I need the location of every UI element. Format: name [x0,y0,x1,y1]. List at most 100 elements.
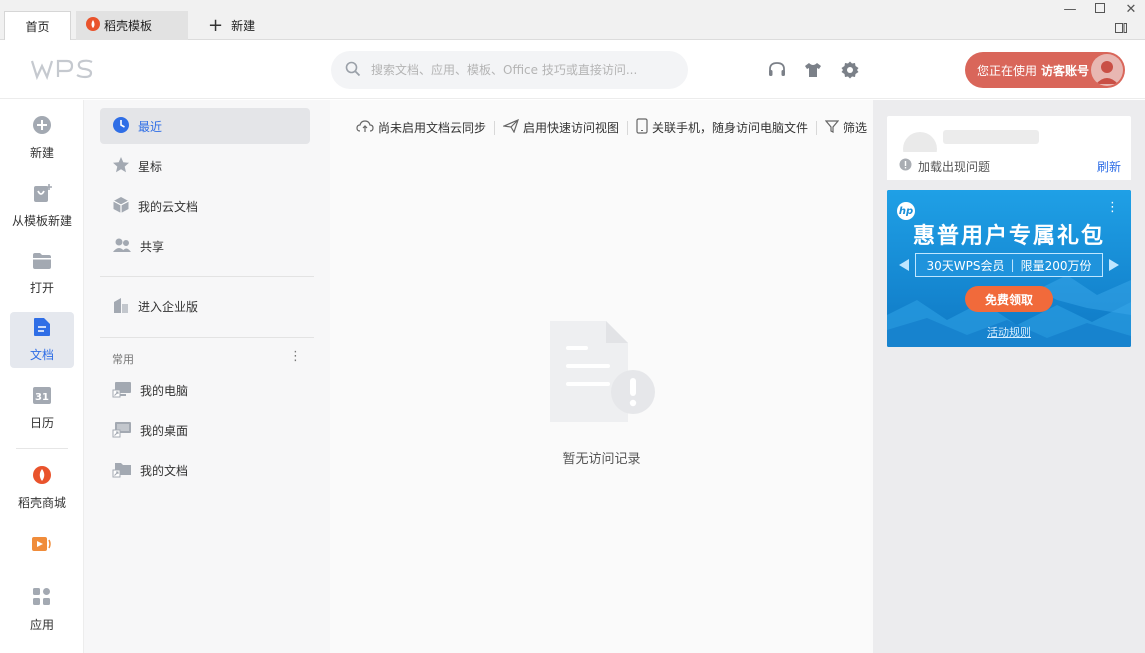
rail-item-label: 从模板新建 [11,214,72,228]
refresh-link[interactable]: 刷新 [1097,158,1121,175]
hp-ad-banner[interactable]: hp ⋮ 惠普用户专属礼包 30天WPS会员 | 限量200万份 免费领取 活动… [887,190,1131,347]
empty-state-illustration [544,318,656,429]
settings-gear-icon[interactable] [839,59,861,81]
cloud-sync-icon [356,119,374,136]
rail-item-label: 文档 [29,348,54,362]
load-error-row: 加载出现问题 刷新 [887,152,1131,180]
template-icon [32,183,52,206]
daoke-icon [32,465,52,488]
nav-item-label: 我的电脑 [140,383,189,398]
rail-item-label: 打开 [29,281,54,295]
close-icon[interactable]: ✕ [1121,2,1141,17]
nav-item-my-desktop[interactable]: 我的桌面 [100,412,310,448]
rail-item-label: 新建 [29,146,54,160]
tab-bar: 首页 稻壳模板 + 新建 — ✕ [0,0,1145,41]
video-promo-icon [31,534,53,557]
claim-free-button[interactable]: 免费领取 [965,286,1053,312]
nav-panel: 最近 星标 我的云文档 共享 进入企业版 常用 ⋮ 我的电脑 我的桌面 我的文档 [84,100,330,653]
cloud-box-icon [112,196,130,217]
rail-item-documents[interactable]: 文档 [10,312,74,368]
toolbar-divider [816,120,818,135]
nav-item-label: 我的文档 [140,463,189,478]
cloud-sync-button[interactable]: 尚未启用文档云同步 [356,119,486,136]
tab-home[interactable]: 首页 [4,11,71,41]
rail-item-new[interactable]: 新建 [10,110,74,166]
rail-item-new-from-template[interactable]: 从模板新建 [4,178,80,234]
headset-icon[interactable] [766,59,788,81]
account-name: 访客账号 [1041,63,1090,78]
search-icon [345,61,361,80]
empty-state-text: 暂无访问记录 [562,452,641,467]
tab-daoke-label: 稻壳模板 [104,19,153,33]
link-phone-label: 关联手机，随身访问电脑文件 [652,121,809,135]
nav-item-recent[interactable]: 最近 [100,108,310,144]
star-icon [112,156,130,177]
load-error-text: 加载出现问题 [918,159,991,174]
folder-icon [32,252,52,273]
daoke-icon [86,17,100,34]
paper-plane-icon [501,118,520,136]
common-heading: 常用 [112,353,134,366]
nav-item-my-computer[interactable]: 我的电脑 [100,372,310,408]
maximize-icon[interactable] [1090,2,1110,17]
account-prefix: 您正在使用 [977,63,1038,78]
rail-item-label: 稻壳商城 [17,496,66,510]
filter-button[interactable]: 筛选 [824,119,868,136]
nav-item-label: 进入企业版 [138,299,199,314]
skin-tshirt-icon[interactable] [802,59,824,81]
layout-toggle-icon[interactable] [1111,22,1131,38]
ad-offer-right: 限量200万份 [1020,258,1092,273]
link-phone-button[interactable]: 关联手机，随身访问电脑文件 [636,118,808,137]
tab-new[interactable]: + 新建 [204,11,255,40]
ad-more-icon[interactable]: ⋮ [1106,200,1119,215]
plus-circle-icon [32,115,52,138]
nav-item-my-documents[interactable]: 我的文档 [100,452,310,488]
ad-offer-left: 30天WPS会员 [926,258,1005,273]
rail-item-open[interactable]: 打开 [10,246,74,302]
avatar[interactable] [1091,54,1123,86]
filter-icon [824,119,840,136]
rail-item-label: 应用 [29,618,54,632]
nav-divider [100,276,314,277]
rail-item-video[interactable] [10,520,74,570]
nav-item-label: 最近 [138,119,163,134]
phone-icon [636,118,648,137]
rail-divider [16,448,68,449]
rail-item-calendar[interactable]: 31 日历 [10,380,74,436]
minimize-icon[interactable]: — [1060,2,1080,17]
rail-item-apps[interactable]: 应用 [10,582,74,638]
quick-access-button[interactable]: 启用快速访问视图 [501,118,619,136]
desktop-shortcut-icon [112,420,132,441]
left-rail: 新建 从模板新建 打开 文档 31 日历 稻壳商城 应用 [0,100,84,653]
wps-logo [30,58,102,83]
main-content: 尚未启用文档云同步 启用快速访问视图 关联手机，随身访问电脑文件 筛选 暂无访问… [330,100,873,653]
search-input[interactable] [371,63,671,77]
nav-item-cloud-docs[interactable]: 我的云文档 [100,188,310,224]
nav-divider [100,337,314,338]
calendar-icon: 31 [32,385,52,408]
tab-home-label: 首页 [25,20,50,34]
tab-new-label: 新建 [231,19,256,33]
clock-icon [112,116,130,137]
ad-offer-separator: | [1010,258,1015,272]
ad-title: 惠普用户专属礼包 [912,224,1105,249]
more-options-icon[interactable]: ⋮ [289,349,302,364]
rail-item-daoke-store[interactable]: 稻壳商城 [4,460,80,516]
activity-rules-link[interactable]: 活动规则 [887,324,1131,340]
account-button[interactable]: 您正在使用 访客账号 [965,52,1125,88]
rail-item-label: 日历 [29,416,54,430]
plus-icon: + [208,14,224,36]
nav-item-shared[interactable]: 共享 [100,228,310,264]
tab-daoke-template[interactable]: 稻壳模板 [76,11,188,40]
toolbar-divider [494,120,496,135]
nav-item-starred[interactable]: 星标 [100,148,310,184]
ad-offer-box: 30天WPS会员 | 限量200万份 [915,253,1103,277]
info-card: 加载出现问题 刷新 [887,116,1131,180]
nav-item-enterprise[interactable]: 进入企业版 [100,288,310,324]
search-box[interactable] [331,51,688,89]
nav-item-label: 我的云文档 [138,199,199,214]
computer-shortcut-icon [112,380,132,401]
filter-label: 筛选 [843,121,868,135]
document-icon [33,317,51,340]
nav-item-label: 星标 [138,159,163,174]
